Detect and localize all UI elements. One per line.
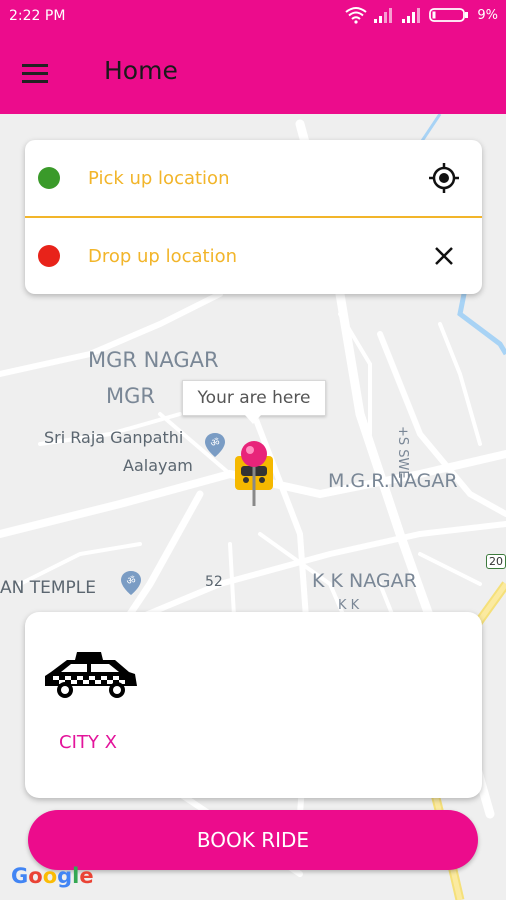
status-bar: 2:22 PM 9% <box>0 0 506 34</box>
map-label: MGR <box>106 384 155 408</box>
gps-target-icon <box>429 163 459 193</box>
status-icons: 9% <box>345 6 498 24</box>
hamburger-menu-icon <box>22 64 48 83</box>
status-time: 2:22 PM <box>9 8 66 24</box>
battery-level: 9% <box>477 7 498 23</box>
map-label: 52 <box>205 574 223 590</box>
svg-text:ॐ: ॐ <box>126 575 135 587</box>
book-ride-button[interactable]: BOOK RIDE <box>28 810 478 870</box>
temple-icon: ॐ <box>205 433 225 457</box>
car-option-label: CITY X <box>59 732 117 753</box>
map-label: M.G.R.NAGAR <box>328 470 458 492</box>
location-panel: Pick up location Drop up location <box>25 140 482 294</box>
menu-button[interactable] <box>22 60 56 88</box>
map-label: MGR NAGAR <box>88 348 219 372</box>
current-location-marker-icon[interactable] <box>232 440 276 506</box>
gps-target-button[interactable] <box>422 156 466 200</box>
current-location-tooltip: Your are here <box>182 380 326 424</box>
map-label: Sri Raja Ganpathi <box>44 428 184 447</box>
app-bar: Home <box>0 34 506 114</box>
book-ride-label: BOOK RIDE <box>196 828 310 852</box>
map-label: +S SWE <box>395 426 410 479</box>
map-label: 20 <box>486 554 506 569</box>
car-option-city-x[interactable]: CITY X <box>43 648 163 768</box>
taxi-icon <box>45 652 137 698</box>
pickup-dot-icon <box>38 167 60 189</box>
drop-location-field[interactable]: Drop up location <box>25 218 482 294</box>
map-label: K K NAGAR <box>312 570 417 592</box>
svg-text:ॐ: ॐ <box>210 437 219 449</box>
map-label: AN TEMPLE <box>0 578 97 598</box>
page-title: Home <box>104 56 178 85</box>
wifi-icon <box>345 7 367 24</box>
battery-icon <box>429 8 469 22</box>
ride-options-panel: CITY X <box>25 612 482 798</box>
temple-icon: ॐ <box>121 571 141 595</box>
tooltip-text: Your are here <box>197 388 311 408</box>
pickup-location-field[interactable]: Pick up location <box>25 140 482 218</box>
map-label: K K <box>338 598 360 613</box>
close-icon <box>435 247 453 265</box>
drop-location-label: Drop up location <box>88 245 238 267</box>
drop-dot-icon <box>38 245 60 267</box>
signal-icon <box>402 8 421 23</box>
map-label: Aalayam <box>123 456 193 475</box>
google-logo: Google <box>11 864 94 888</box>
clear-drop-button[interactable] <box>422 234 466 278</box>
pickup-location-label: Pick up location <box>88 167 230 189</box>
signal-icon <box>374 8 393 23</box>
